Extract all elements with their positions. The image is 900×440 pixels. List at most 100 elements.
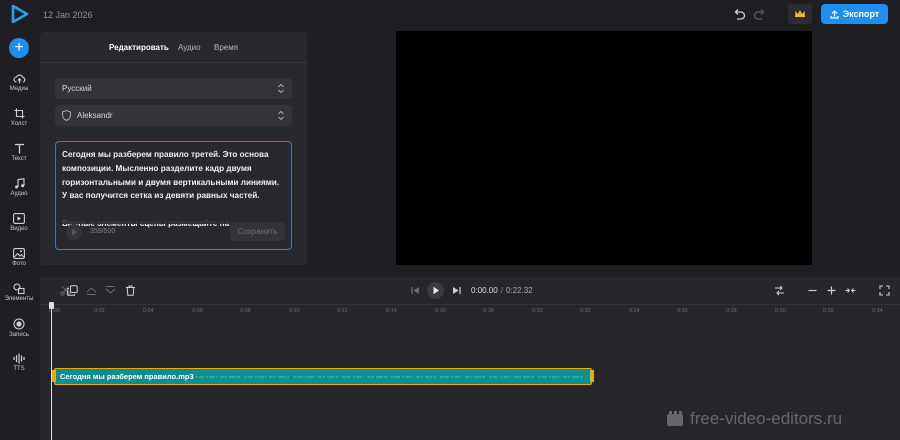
ruler-tick: 0:14: [386, 308, 397, 314]
video-preview[interactable]: [396, 31, 812, 265]
play-icon: [72, 228, 77, 236]
play-button[interactable]: [427, 282, 444, 299]
time-separator: /: [500, 286, 503, 295]
watermark: free-video-editors.ru: [665, 407, 895, 431]
tab-time[interactable]: Время: [214, 43, 238, 52]
tts-panel: Редактировать Аудио Время Русский Aleksa…: [40, 32, 307, 265]
record-icon: [13, 318, 25, 330]
premium-button[interactable]: [788, 4, 812, 24]
ruler-tick: 0:12: [337, 308, 348, 314]
tts-text-input[interactable]: Сегодня мы разберем правило третей. Это …: [55, 141, 292, 250]
ruler-tick: 0:10: [289, 308, 300, 314]
language-select[interactable]: Русский: [55, 78, 292, 99]
redo-icon[interactable]: [753, 8, 767, 22]
shapes-icon: [13, 283, 25, 294]
chevron-updown-icon: [278, 110, 284, 121]
skip-forward-icon[interactable]: [451, 285, 462, 296]
ruler-tick: 0:32: [823, 308, 834, 314]
char-counter: 359/500: [90, 228, 116, 235]
voice-value: Aleksandr: [77, 111, 113, 120]
send-backward-icon[interactable]: [105, 285, 116, 296]
ruler-tick: 0:24: [629, 308, 640, 314]
film-logo-icon: [667, 411, 683, 426]
export-button[interactable]: Экспорт: [821, 4, 888, 24]
crop-icon: [14, 108, 24, 119]
audio-waveform: [195, 374, 585, 380]
app-logo-icon[interactable]: [11, 5, 29, 23]
sidebar-item-photo[interactable]: Фото: [0, 248, 38, 267]
sidebar-label-video: Видео: [10, 226, 28, 232]
playhead[interactable]: [49, 302, 54, 440]
sidebar-label-audio: Аудио: [10, 191, 28, 197]
ruler-tick: 0:02: [94, 308, 105, 314]
zoom-in-icon[interactable]: [826, 285, 837, 296]
soundwave-icon: [13, 353, 25, 364]
sidebar-label-media: Медиа: [9, 86, 29, 92]
clip-trim-handle-right[interactable]: [590, 370, 594, 382]
sidebar-item-record[interactable]: Запись: [0, 318, 38, 338]
sidebar-label-elements: Элементы: [4, 296, 34, 302]
export-label: Экспорт: [842, 9, 880, 19]
text-icon: [14, 143, 24, 154]
clip-trim-handle-left[interactable]: [52, 370, 56, 382]
sidebar-label-record: Запись: [9, 332, 29, 338]
play-icon: [433, 286, 439, 295]
sidebar-item-media[interactable]: Медиа: [0, 73, 38, 92]
ruler-tick: 0:08: [240, 308, 251, 314]
ruler-tick: 0:16: [435, 308, 446, 314]
current-time: 0:00.00: [471, 286, 498, 295]
tabs-divider: [40, 62, 307, 63]
sidebar-label-text: Текст: [11, 156, 27, 162]
project-date: 12 Jan 2026: [43, 10, 93, 20]
timeline-ruler[interactable]: 0:00 0:02 0:04 0:06 0:08 0:10 0:12 0:14 …: [40, 304, 900, 314]
ruler-tick: 0:34: [872, 308, 883, 314]
panel-tabs: Редактировать Аудио Время: [40, 32, 307, 62]
undo-icon[interactable]: [732, 8, 746, 22]
sidebar-item-audio[interactable]: Аудио: [0, 178, 38, 197]
ruler-tick: 0:26: [677, 308, 688, 314]
tab-audio[interactable]: Аудио: [178, 43, 201, 52]
zoom-out-icon[interactable]: [807, 285, 818, 296]
upload-icon: [830, 9, 839, 19]
split-tracks-icon[interactable]: [774, 285, 785, 296]
ruler-tick: 0:30: [775, 308, 786, 314]
voice-select[interactable]: Aleksandr: [55, 105, 292, 126]
sidebar-item-tts[interactable]: TTS: [0, 353, 38, 372]
tab-edit[interactable]: Редактировать: [109, 43, 169, 52]
top-bar: 12 Jan 2026 Экспорт: [0, 0, 900, 30]
video-icon: [13, 213, 25, 224]
watermark-text: free-video-editors.ru: [690, 409, 843, 428]
skip-back-icon[interactable]: [410, 285, 421, 296]
save-button[interactable]: Сохранить: [230, 222, 285, 241]
cloud-upload-icon: [12, 74, 25, 84]
fullscreen-icon[interactable]: [879, 285, 890, 296]
chevron-updown-icon: [278, 83, 284, 94]
ruler-tick: 0:04: [143, 308, 154, 314]
total-time: 0:22.32: [505, 286, 533, 295]
language-value: Русский: [62, 84, 92, 93]
shield-icon: [62, 110, 71, 121]
sidebar-label-tts: TTS: [13, 366, 25, 372]
time-display: 0:00.00/0:22.32: [471, 286, 533, 295]
trash-icon[interactable]: [125, 285, 136, 296]
sidebar-label-photo: Фото: [12, 261, 26, 267]
bring-forward-icon[interactable]: [86, 285, 97, 296]
preview-play-button[interactable]: [66, 224, 82, 240]
sidebar-label-canvas: Холст: [10, 121, 28, 127]
music-note-icon: [14, 178, 25, 189]
clip-name: Сегодня мы разберем правило.mp3: [60, 372, 194, 381]
image-icon: [13, 248, 25, 259]
sidebar-item-text[interactable]: Текст: [0, 143, 38, 162]
sidebar-item-video[interactable]: Видео: [0, 213, 38, 232]
ruler-tick: 0:06: [192, 308, 203, 314]
sidebar-item-canvas[interactable]: Холст: [0, 108, 38, 127]
ruler-tick: 0:20: [532, 308, 543, 314]
duplicate-icon[interactable]: [67, 285, 78, 296]
ruler-tick: 0:22: [580, 308, 591, 314]
ruler-tick: 0:28: [726, 308, 737, 314]
crown-icon: [795, 10, 805, 17]
audio-clip[interactable]: Сегодня мы разберем правило.mp3: [52, 368, 594, 385]
fit-timeline-icon[interactable]: [845, 285, 856, 296]
sidebar-item-elements[interactable]: Элементы: [0, 283, 38, 302]
add-button[interactable]: +: [9, 38, 29, 58]
